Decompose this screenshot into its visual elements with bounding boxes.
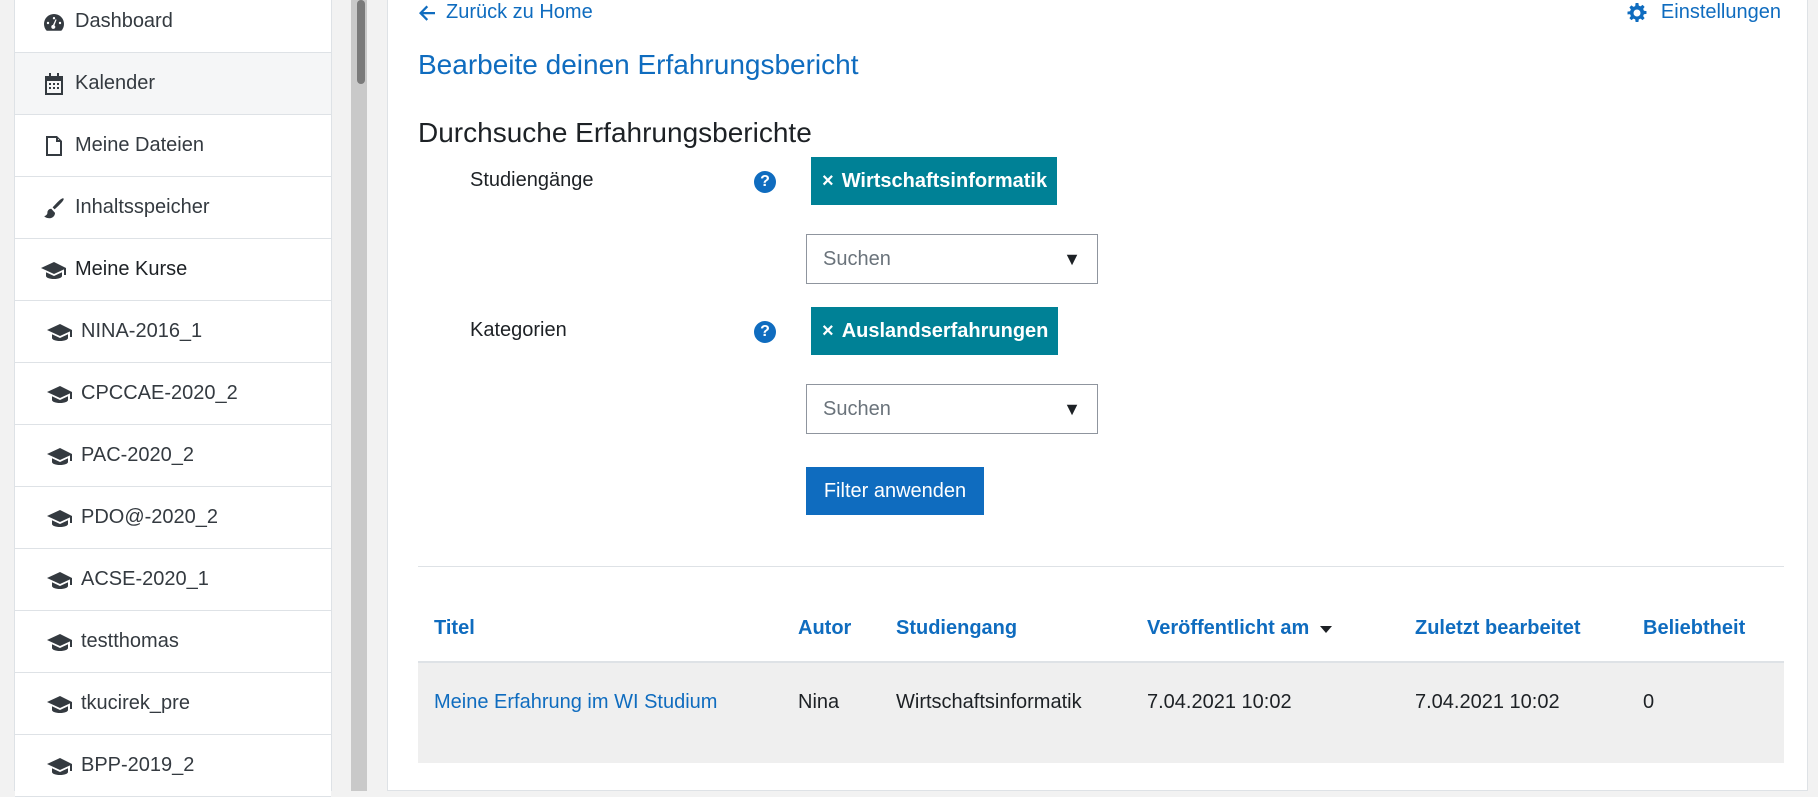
- row-beliebtheit: 0: [1643, 691, 1655, 713]
- row-studiengang: Wirtschaftsinformatik: [896, 691, 1082, 713]
- apply-filter-button[interactable]: Filter anwenden: [806, 467, 984, 515]
- sidebar-item-label: testthomas: [81, 630, 179, 652]
- arrow-left-icon: [418, 4, 436, 22]
- select-placeholder: Suchen: [823, 397, 891, 420]
- studiengaenge-search-select[interactable]: Suchen ▼: [806, 234, 1098, 284]
- remove-tag-icon[interactable]: ×: [822, 320, 834, 343]
- help-icon[interactable]: ?: [754, 321, 776, 343]
- table-row: Meine Erfahrung im WI Studium Nina Wirts…: [418, 663, 1784, 763]
- sidebar-item-meine-dateien[interactable]: Meine Dateien: [15, 115, 331, 177]
- table-header-row: Titel Autor Studiengang Veröffentlicht a…: [418, 601, 1784, 663]
- results-table: Titel Autor Studiengang Veröffentlicht a…: [418, 601, 1784, 763]
- graduation-cap-icon: [47, 505, 73, 531]
- studiengang-tag[interactable]: × Wirtschaftsinformatik: [811, 157, 1058, 205]
- dropdown-arrow-icon: ▼: [1063, 398, 1081, 419]
- sidebar-item-label: PAC-2020_2: [81, 444, 195, 466]
- settings-label: Einstellungen: [1660, 1, 1781, 23]
- sidebar-item-course[interactable]: BPP-2019_2: [15, 735, 331, 797]
- graduation-cap-icon: [41, 257, 67, 283]
- sidebar-item-course[interactable]: CPCCAE-2020_2: [15, 363, 331, 425]
- kategorie-tag[interactable]: × Auslandserfahrungen: [811, 307, 1059, 355]
- help-icon[interactable]: ?: [754, 171, 776, 193]
- graduation-cap-icon: [47, 443, 73, 469]
- sidebar-item-label: NINA-2016_1: [81, 320, 203, 342]
- column-header-beliebtheit[interactable]: Beliebtheit: [1643, 617, 1745, 640]
- kategorien-label: Kategorien: [470, 319, 567, 341]
- sidebar-item-course[interactable]: testthomas: [15, 611, 331, 673]
- sidebar-item-label: Dashboard: [75, 10, 173, 32]
- back-to-home-label: Zurück zu Home: [446, 1, 593, 23]
- sidebar-item-label: Meine Dateien: [75, 134, 204, 156]
- sidebar-item-label: PDO@-2020_2: [81, 506, 219, 528]
- sidebar-item-dashboard[interactable]: Dashboard: [15, 0, 331, 53]
- graduation-cap-icon: [47, 629, 73, 655]
- sidebar-item-kalender[interactable]: Kalender: [15, 53, 331, 115]
- column-header-autor[interactable]: Autor: [798, 617, 851, 640]
- back-to-home-link[interactable]: Zurück zu Home: [418, 1, 593, 24]
- column-header-veroeffentlicht[interactable]: Veröffentlicht am: [1147, 617, 1333, 640]
- divider: [418, 566, 1784, 567]
- sidebar-item-label: CPCCAE-2020_2: [81, 382, 238, 404]
- paintbrush-icon: [41, 195, 67, 221]
- column-header-titel[interactable]: Titel: [434, 617, 475, 640]
- sidebar-item-label: Kalender: [75, 72, 156, 94]
- column-header-studiengang[interactable]: Studiengang: [896, 617, 1017, 640]
- sidebar-scrollbar-track[interactable]: [351, 0, 367, 791]
- tachometer-icon: [41, 9, 67, 35]
- file-icon: [41, 133, 67, 159]
- sidebar-item-course[interactable]: PDO@-2020_2: [15, 487, 331, 549]
- studiengaenge-label: Studiengänge: [470, 169, 594, 191]
- column-header-zuletzt-bearbeitet[interactable]: Zuletzt bearbeitet: [1415, 617, 1581, 640]
- graduation-cap-icon: [47, 319, 73, 345]
- sidebar-item-meine-kurse[interactable]: Meine Kurse: [15, 239, 331, 301]
- dropdown-arrow-icon: ▼: [1063, 248, 1081, 269]
- tag-label: Auslandserfahrungen: [841, 319, 1049, 342]
- kategorien-search-select[interactable]: Suchen ▼: [806, 384, 1098, 434]
- sidebar-item-inhaltsspeicher[interactable]: Inhaltsspeicher: [15, 177, 331, 239]
- settings-link[interactable]: Einstellungen: [1627, 1, 1781, 24]
- sidebar-item-label: ACSE-2020_1: [81, 568, 209, 590]
- select-placeholder: Suchen: [823, 247, 891, 270]
- sidebar-item-course[interactable]: NINA-2016_1: [15, 301, 331, 363]
- graduation-cap-icon: [47, 381, 73, 407]
- remove-tag-icon[interactable]: ×: [822, 170, 834, 193]
- sidebar-item-label: tkucirek_pre: [81, 692, 190, 714]
- calendar-icon: [41, 71, 67, 97]
- tag-label: Wirtschaftsinformatik: [841, 169, 1048, 192]
- sidebar-item-label: Meine Kurse: [75, 258, 188, 280]
- row-title-link[interactable]: Meine Erfahrung im WI Studium: [434, 691, 717, 714]
- sidebar-item-course[interactable]: tkucirek_pre: [15, 673, 331, 735]
- sidebar-item-label: Inhaltsspeicher: [75, 196, 210, 218]
- main-content: Zurück zu Home Einstellungen Bearbeite d…: [387, 0, 1808, 791]
- page-title[interactable]: Bearbeite deinen Erfahrungsbericht: [418, 49, 859, 81]
- column-header-label: Veröffentlicht am: [1147, 617, 1310, 639]
- sidebar-item-label: BPP-2019_2: [81, 754, 195, 776]
- graduation-cap-icon: [47, 753, 73, 779]
- sidebar-nav: Dashboard Kalender Meine Dateien Inhalts…: [14, 0, 332, 797]
- search-heading: Durchsuche Erfahrungsberichte: [418, 117, 812, 148]
- sort-desc-icon: [1319, 624, 1333, 634]
- row-zuletzt-bearbeitet: 7.04.2021 10:02: [1415, 691, 1560, 713]
- row-autor: Nina: [798, 691, 840, 713]
- graduation-cap-icon: [47, 567, 73, 593]
- gear-icon: [1627, 2, 1647, 23]
- graduation-cap-icon: [47, 691, 73, 717]
- sidebar-item-course[interactable]: ACSE-2020_1: [15, 549, 331, 611]
- sidebar-scrollbar-thumb[interactable]: [357, 0, 365, 84]
- row-veroeffentlicht: 7.04.2021 10:02: [1147, 691, 1292, 713]
- sidebar-item-course[interactable]: PAC-2020_2: [15, 425, 331, 487]
